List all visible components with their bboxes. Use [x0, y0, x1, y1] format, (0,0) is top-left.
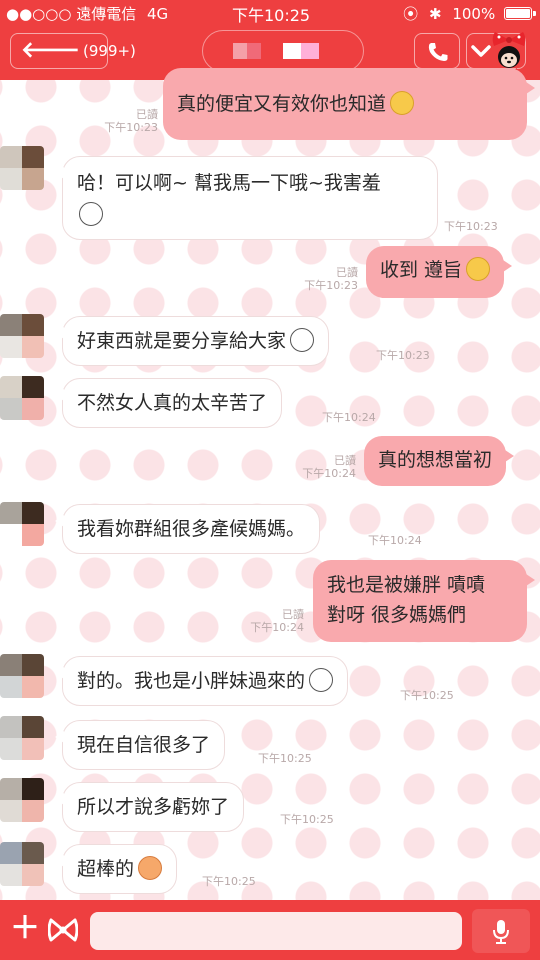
status-bar: ●●○○○ 遠傳電信 4G 下午10:25 ⦿ ✱ 100% — [0, 0, 540, 25]
message-in: 哈！可以啊~ 幫我馬一下哦~我害羞 下午10:23 — [0, 146, 540, 240]
avatar[interactable] — [0, 502, 44, 546]
message-bubble[interactable]: 真的便宜又有效你也知道 — [163, 68, 535, 140]
battery-icon — [504, 7, 536, 20]
chat-title[interactable] — [202, 30, 364, 72]
input-bar: ＋ — [0, 900, 540, 960]
laughing-face-icon — [309, 668, 334, 692]
avatar[interactable] — [0, 146, 44, 190]
message-bubble[interactable]: 現在自信很多了 — [54, 720, 226, 770]
message-text: 超棒的 — [77, 858, 135, 880]
message-time: 下午10:25 — [202, 875, 256, 888]
message-time: 下午10:24 — [368, 534, 422, 547]
back-arrow-icon: 🡐 — [21, 38, 80, 63]
mic-button[interactable] — [472, 909, 530, 953]
message-bubble[interactable]: 所以才說多虧妳了 — [54, 782, 245, 832]
read-receipt: 已讀 — [334, 454, 356, 467]
lock-rotation-icon: ⦿ — [403, 5, 419, 23]
message-text: 對的。我也是小胖妹過來的 — [77, 670, 306, 692]
message-bubble[interactable]: 好東西就是要分享給大家 — [54, 316, 330, 366]
plus-icon[interactable]: ＋ — [10, 914, 40, 944]
message-time: 下午10:23 — [104, 121, 158, 134]
unread-count: (999+) — [83, 42, 136, 60]
carrier-name: ●●○○○ 遠傳電信 — [6, 5, 137, 23]
message-bubble[interactable]: 我看妳群組很多產候媽媽。 — [54, 504, 321, 554]
message-out: 收到 遵旨 已讀 下午10:23 — [0, 244, 540, 300]
network-type: 4G — [147, 5, 169, 23]
avatar[interactable] — [0, 314, 44, 358]
message-input[interactable] — [90, 912, 462, 950]
battery-percent: 100% — [452, 5, 496, 23]
message-text: 所以才說多虧妳了 — [77, 796, 230, 818]
sticker-bow-icon[interactable] — [48, 918, 78, 942]
message-time: 下午10:23 — [376, 349, 430, 362]
kiss-face-icon — [138, 856, 163, 880]
smiling-face-icon — [466, 257, 491, 281]
message-bubble[interactable]: 收到 遵旨 — [366, 246, 513, 298]
message-text: 我看妳群組很多產候媽媽。 — [77, 518, 306, 540]
message-in: 不然女人真的太辛苦了 下午10:24 — [0, 374, 540, 430]
bluetooth-icon: ✱ — [428, 5, 442, 23]
message-out: 真的便宜又有效你也知道 已讀 下午10:23 — [0, 68, 540, 140]
back-button[interactable]: 🡐 (999+) — [10, 33, 136, 69]
message-time: 下午10:24 — [322, 411, 376, 424]
message-in: 所以才說多虧妳了 下午10:25 — [0, 778, 540, 834]
read-receipt: 已讀 — [136, 108, 158, 121]
message-bubble[interactable]: 真的想想當初 — [364, 436, 515, 486]
message-bubble[interactable]: 不然女人真的太辛苦了 — [54, 378, 283, 428]
message-time: 下午10:23 — [304, 279, 358, 292]
carrier-info: ●●○○○ 遠傳電信 4G — [6, 3, 168, 24]
read-receipt: 已讀 — [336, 266, 358, 279]
message-time: 下午10:25 — [258, 752, 312, 765]
avatar[interactable] — [0, 842, 44, 886]
message-in: 現在自信很多了 下午10:25 — [0, 716, 540, 772]
message-out: 我也是被嫌胖 嘖嘖 對呀 很多媽媽們 已讀 下午10:24 — [0, 560, 540, 642]
message-text: 現在自信很多了 — [77, 734, 211, 756]
message-bubble[interactable]: 對的。我也是小胖妹過來的 — [54, 656, 349, 706]
message-text: 不然女人真的太辛苦了 — [77, 392, 268, 414]
status-right: ⦿ ✱ 100% — [403, 3, 536, 24]
message-bubble[interactable]: 我也是被嫌胖 嘖嘖 對呀 很多媽媽們 — [313, 560, 535, 642]
message-in: 好東西就是要分享給大家 下午10:23 — [0, 312, 540, 368]
message-time: 下午10:25 — [400, 689, 454, 702]
message-meta: 已讀 下午10:24 — [226, 608, 304, 634]
message-bubble[interactable]: 超棒的 — [54, 844, 178, 894]
message-out: 真的想想當初 已讀 下午10:24 — [0, 436, 540, 488]
avatar[interactable] — [0, 376, 44, 420]
message-text: 真的便宜又有效你也知道 — [177, 93, 387, 115]
crying-face-icon — [390, 91, 415, 115]
avatar[interactable] — [0, 716, 44, 760]
message-text-line-2: 對呀 很多媽媽們 — [327, 604, 467, 626]
chevron-down-icon — [471, 45, 491, 57]
message-text: 好東西就是要分享給大家 — [77, 330, 287, 352]
avatar[interactable] — [0, 778, 44, 822]
message-meta: 已讀 下午10:23 — [280, 266, 358, 292]
grinning-face-icon — [290, 328, 315, 352]
message-text: 哈！可以啊~ 幫我馬一下哦~我害羞 — [77, 172, 381, 194]
message-time: 下午10:24 — [250, 621, 304, 634]
message-time: 下午10:23 — [444, 220, 498, 233]
read-receipt: 已讀 — [282, 608, 304, 621]
message-meta: 已讀 下午10:23 — [80, 108, 158, 134]
message-text: 真的想想當初 — [378, 449, 493, 471]
menu-button[interactable] — [466, 32, 526, 74]
message-text: 收到 遵旨 — [380, 259, 463, 281]
message-in: 我看妳群組很多產候媽媽。 下午10:24 — [0, 502, 540, 554]
avatar[interactable] — [0, 654, 44, 698]
call-button[interactable] — [414, 33, 460, 69]
message-meta: 已讀 下午10:24 — [278, 454, 356, 480]
message-time: 下午10:24 — [302, 467, 356, 480]
phone-icon — [428, 43, 448, 61]
status-time: 下午10:25 — [232, 6, 311, 25]
message-bubble[interactable]: 哈！可以啊~ 幫我馬一下哦~我害羞 — [55, 156, 438, 240]
message-in: 超棒的 下午10:25 — [0, 840, 540, 896]
message-text-line-1: 我也是被嫌胖 嘖嘖 — [327, 574, 486, 596]
obscured-name — [233, 43, 319, 59]
microphone-icon — [493, 920, 509, 944]
message-time: 下午10:25 — [280, 813, 334, 826]
message-in: 對的。我也是小胖妹過來的 下午10:25 — [0, 652, 540, 708]
shy-face-icon — [79, 202, 103, 226]
